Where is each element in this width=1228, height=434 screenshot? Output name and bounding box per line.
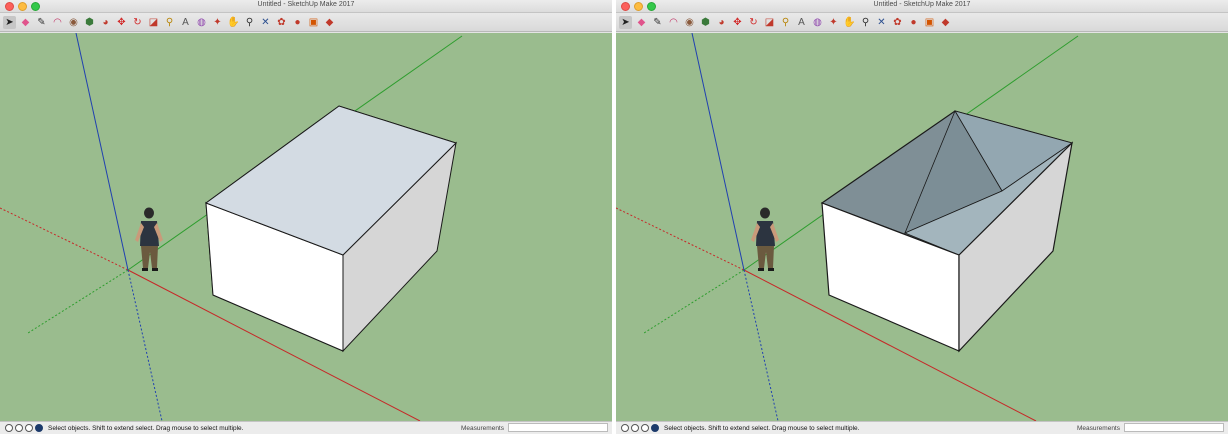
modeling-viewport[interactable] <box>616 33 1228 421</box>
window-title: Untitled - SketchUp Make 2017 <box>873 1 971 8</box>
instructor-icon[interactable] <box>651 424 659 432</box>
zoom-tool-icon[interactable]: ⚲ <box>243 16 256 29</box>
status-icons <box>5 424 43 432</box>
zoom-extents-tool-icon[interactable]: ✕ <box>259 16 272 29</box>
ruby-tool-icon[interactable]: ◆ <box>939 16 952 29</box>
push-pull-tool-icon[interactable]: ⬢ <box>699 16 712 29</box>
instructor-icon[interactable] <box>35 424 43 432</box>
line-tool-icon[interactable]: ✎ <box>651 16 664 29</box>
text-tool-icon[interactable]: A <box>795 16 808 29</box>
toolbar: ➤ ◆ ✎ ◠ ◉ ⬢ ◕ ✥ ↻ ◪ ⚲ A ◍ ✦ ✋ ⚲ ✕ ✿ ● ▣ ◆ <box>616 13 1228 32</box>
arc-tool-icon[interactable]: ◠ <box>667 16 680 29</box>
rotate-tool-icon[interactable]: ↻ <box>131 16 144 29</box>
eraser-tool-icon[interactable]: ◆ <box>19 16 32 29</box>
measurements-field[interactable] <box>1124 423 1224 432</box>
orbit-tool-icon[interactable]: ✦ <box>827 16 840 29</box>
paint-bucket-tool-icon[interactable]: ◍ <box>195 16 208 29</box>
orbit-tool-icon[interactable]: ✦ <box>211 16 224 29</box>
measurements-label: Measurements <box>461 425 504 432</box>
sketchup-window-open-box: Untitled - SketchUp Make 2017 ➤ ◆ ✎ ◠ ◉ ⬢ ◕ ✥ ↻ ◪… <box>616 0 1228 434</box>
scene[interactable] <box>0 33 612 421</box>
follow-me-tool-icon[interactable]: ◕ <box>99 16 112 29</box>
shapes-tool-icon[interactable]: ◉ <box>67 16 80 29</box>
ruby-tool-icon[interactable]: ◆ <box>323 16 336 29</box>
status-bar: Select objects. Shift to extend select. … <box>0 421 612 434</box>
title-bar: Untitled - SketchUp Make 2017 <box>0 0 612 13</box>
arc-tool-icon[interactable]: ◠ <box>51 16 64 29</box>
status-message: Select objects. Shift to extend select. … <box>48 424 244 432</box>
tape-measure-tool-icon[interactable]: ⚲ <box>779 16 792 29</box>
line-tool-icon[interactable]: ✎ <box>35 16 48 29</box>
status-bar: Select objects. Shift to extend select. … <box>616 421 1228 434</box>
zoom-tool-icon[interactable]: ⚲ <box>859 16 872 29</box>
status-message: Select objects. Shift to extend select. … <box>664 424 860 432</box>
measurements-label: Measurements <box>1077 425 1120 432</box>
text-tool-icon[interactable]: A <box>179 16 192 29</box>
zoom-extents-tool-icon[interactable]: ✕ <box>875 16 888 29</box>
account-icon[interactable] <box>641 424 649 432</box>
rotate-tool-icon[interactable]: ↻ <box>747 16 760 29</box>
paint-bucket-tool-icon[interactable]: ◍ <box>811 16 824 29</box>
pan-tool-icon[interactable]: ✋ <box>843 16 856 29</box>
select-tool-icon[interactable]: ➤ <box>3 15 16 29</box>
toolbar: ➤ ◆ ✎ ◠ ◉ ⬢ ◕ ✥ ↻ ◪ ⚲ A ◍ ✦ ✋ ⚲ ✕ ✿ ● ▣ ◆ <box>0 13 612 32</box>
shapes-tool-icon[interactable]: ◉ <box>683 16 696 29</box>
scale-tool-icon[interactable]: ◪ <box>763 16 776 29</box>
follow-me-tool-icon[interactable]: ◕ <box>715 16 728 29</box>
eraser-tool-icon[interactable]: ◆ <box>635 16 648 29</box>
layout-tool-icon[interactable]: ▣ <box>307 16 320 29</box>
extension-warehouse-tool-icon[interactable]: ● <box>907 16 920 29</box>
status-icons <box>621 424 659 432</box>
scale-tool-icon[interactable]: ◪ <box>147 16 160 29</box>
tape-measure-tool-icon[interactable]: ⚲ <box>163 16 176 29</box>
scene[interactable] <box>616 33 1228 421</box>
pan-tool-icon[interactable]: ✋ <box>227 16 240 29</box>
window-title: Untitled - SketchUp Make 2017 <box>257 1 355 8</box>
select-tool-icon[interactable]: ➤ <box>619 15 632 29</box>
move-tool-icon[interactable]: ✥ <box>115 16 128 29</box>
measurements-field[interactable] <box>508 423 608 432</box>
geo-location-icon[interactable] <box>621 424 629 432</box>
credits-icon[interactable] <box>15 424 23 432</box>
credits-icon[interactable] <box>631 424 639 432</box>
layout-tool-icon[interactable]: ▣ <box>923 16 936 29</box>
move-tool-icon[interactable]: ✥ <box>731 16 744 29</box>
warehouse-tool-icon[interactable]: ✿ <box>891 16 904 29</box>
title-bar: Untitled - SketchUp Make 2017 <box>616 0 1228 13</box>
modeling-viewport[interactable] <box>0 33 612 421</box>
account-icon[interactable] <box>25 424 33 432</box>
warehouse-tool-icon[interactable]: ✿ <box>275 16 288 29</box>
geo-location-icon[interactable] <box>5 424 13 432</box>
extension-warehouse-tool-icon[interactable]: ● <box>291 16 304 29</box>
push-pull-tool-icon[interactable]: ⬢ <box>83 16 96 29</box>
sketchup-window-solid-box: Untitled - SketchUp Make 2017 ➤ ◆ ✎ ◠ ◉ ⬢ ◕ ✥ ↻ ◪… <box>0 0 612 434</box>
